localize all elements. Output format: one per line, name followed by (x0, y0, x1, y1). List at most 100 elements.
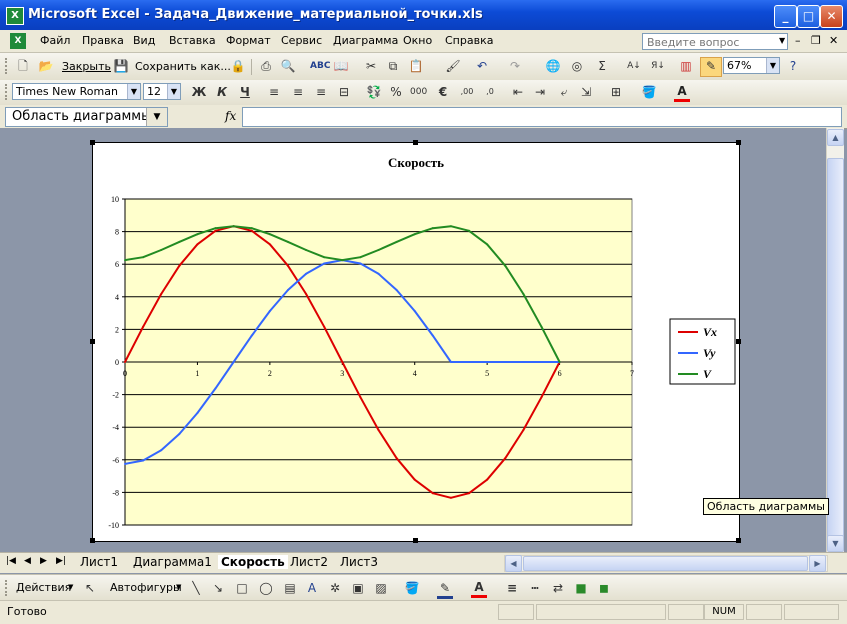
menu-window[interactable]: Окно (403, 34, 432, 47)
tab-sheet1[interactable]: Лист1 (80, 555, 118, 569)
menu-insert[interactable]: Вставка (169, 34, 216, 47)
resize-handle[interactable] (413, 140, 418, 145)
fx-icon[interactable]: fx (225, 109, 236, 123)
excel-icon[interactable]: X (6, 7, 24, 25)
currency-icon[interactable]: 💱 (366, 84, 382, 100)
hscroll-thumb[interactable] (523, 556, 808, 571)
workbook-icon[interactable]: ◎ (569, 58, 585, 74)
scroll-left-icon[interactable]: ◀ (505, 555, 522, 572)
save-as-button[interactable]: Сохранить как... (135, 60, 231, 73)
chart-wizard-icon[interactable]: ▥ (678, 58, 694, 74)
decrease-indent-icon[interactable]: ⇤ (510, 84, 526, 100)
decrease-decimal-icon[interactable]: ,0 (482, 84, 498, 100)
vertical-scrollbar[interactable]: ▲ ▼ (826, 128, 844, 552)
formula-input[interactable] (242, 107, 842, 127)
help-icon[interactable]: ? (785, 58, 801, 74)
fill-color-icon[interactable]: 🪣 (641, 84, 657, 100)
resize-handle[interactable] (736, 538, 741, 543)
chart-area[interactable]: Скорость 10 8 6 4 2 0 -2 -4 -6 -8 -10 0 1 2 3 4 5 6 7 Vx Vy V (92, 142, 740, 542)
paste-icon[interactable]: 📋 (408, 58, 424, 74)
undo-icon[interactable]: ↶ (474, 58, 490, 74)
print-icon[interactable]: ⎙ (258, 58, 274, 74)
shadow-style-icon[interactable]: ■ (573, 580, 589, 596)
drawing-icon[interactable]: ✎ (700, 57, 722, 77)
resize-handle[interactable] (90, 140, 95, 145)
document-icon[interactable]: X (10, 33, 26, 49)
menu-help[interactable]: Справка (445, 34, 493, 47)
select-pointer-icon[interactable]: ↖ (82, 580, 98, 596)
percent-icon[interactable]: % (388, 84, 404, 100)
increase-indent-icon[interactable]: ⇥ (532, 84, 548, 100)
menu-tools[interactable]: Сервис (281, 34, 322, 47)
dash-style-icon[interactable]: ┅ (527, 580, 543, 596)
scroll-down-icon[interactable]: ▼ (827, 535, 844, 552)
help-dropdown-icon[interactable]: ▼ (779, 36, 785, 45)
actions-menu[interactable]: Действия (16, 581, 71, 594)
research-icon[interactable]: 📖 (333, 58, 349, 74)
arrow-style-icon[interactable]: ⇄ (550, 580, 566, 596)
menu-chart[interactable]: Диаграмма (333, 34, 398, 47)
doc-restore-button[interactable]: ❐ (811, 34, 821, 47)
wordart-icon[interactable]: A (304, 580, 320, 596)
minimize-button[interactable]: _ (774, 5, 797, 28)
cut-icon[interactable]: ✂ (363, 58, 379, 74)
textbox-icon[interactable]: ▤ (282, 580, 298, 596)
print-preview-icon[interactable]: 🔍 (280, 58, 296, 74)
resize-handle[interactable] (736, 339, 741, 344)
wrap-icon[interactable]: ⤶ (556, 84, 572, 100)
sort-descending-icon[interactable]: Я↓ (650, 58, 666, 74)
last-sheet-icon[interactable]: ▶| (56, 556, 66, 566)
fill-color-icon[interactable]: 🪣 (404, 580, 420, 596)
borders-icon[interactable]: ⊞ (608, 84, 624, 100)
prev-sheet-icon[interactable]: ◀ (24, 556, 31, 566)
horizontal-scrollbar[interactable]: ◀ ▶ (504, 555, 828, 572)
chevron-down-icon[interactable]: ▼ (146, 108, 167, 126)
resize-handle[interactable] (736, 140, 741, 145)
tab-sheet2[interactable]: Лист2 (290, 555, 328, 569)
resize-handle[interactable] (90, 339, 95, 344)
3d-style-icon[interactable]: ◼ (596, 580, 612, 596)
zoom-select[interactable]: 67% ▼ (723, 57, 780, 74)
close-doc-button[interactable]: Закрыть (62, 60, 111, 73)
font-color-icon[interactable]: A (674, 83, 690, 102)
size-select[interactable]: 12 ▼ (143, 83, 181, 100)
picture-icon[interactable]: ▨ (373, 580, 389, 596)
chart-svg[interactable]: Скорость 10 8 6 4 2 0 -2 -4 -6 -8 -10 0 1 2 3 4 5 6 7 Vx Vy V (93, 143, 739, 541)
toolbar-grip[interactable] (5, 58, 10, 74)
tab-speed[interactable]: Скорость (218, 555, 288, 569)
arrow-icon[interactable]: ↘ (210, 580, 226, 596)
scroll-right-icon[interactable]: ▶ (809, 555, 826, 572)
close-button[interactable]: ✕ (820, 5, 843, 28)
open-icon[interactable]: 📂 (38, 58, 54, 74)
toolbar-grip[interactable] (5, 580, 10, 596)
line-icon[interactable]: ╲ (188, 580, 204, 596)
resize-handle[interactable] (90, 538, 95, 543)
align-right-icon[interactable]: ≡ (313, 84, 329, 100)
tab-chart1[interactable]: Диаграмма1 (133, 555, 212, 569)
align-left-icon[interactable]: ≡ (266, 84, 282, 100)
rectangle-icon[interactable]: □ (234, 580, 250, 596)
underline-button[interactable]: Ч (237, 84, 253, 100)
doc-minimize-button[interactable]: – (795, 34, 801, 47)
tab-sheet3[interactable]: Лист3 (340, 555, 378, 569)
format-painter-icon[interactable]: 🖌 (445, 58, 461, 74)
clipart-icon[interactable]: ▣ (350, 580, 366, 596)
font-color-icon[interactable]: A (471, 579, 487, 598)
permission-icon[interactable]: 🔒 (230, 58, 246, 74)
line-style-icon[interactable]: ≡ (504, 580, 520, 596)
doc-close-button[interactable]: ✕ (829, 34, 838, 47)
line-color-icon[interactable]: ✎ (437, 580, 453, 599)
name-box[interactable]: Область диаграммы ▼ (5, 107, 168, 127)
hyperlink-icon[interactable]: 🌐 (545, 58, 561, 74)
resize-handle[interactable] (413, 538, 418, 543)
font-select[interactable]: Times New Roman ▼ (12, 83, 141, 100)
redo-icon[interactable]: ↷ (507, 58, 523, 74)
new-icon[interactable]: 🗋 (15, 58, 31, 74)
shrink-icon[interactable]: ⇲ (578, 84, 594, 100)
menu-edit[interactable]: Правка (82, 34, 124, 47)
euro-icon[interactable]: € (435, 84, 451, 100)
diagram-icon[interactable]: ✲ (327, 580, 343, 596)
menu-format[interactable]: Формат (226, 34, 271, 47)
save-icon[interactable]: 💾 (113, 58, 129, 74)
scroll-thumb[interactable] (827, 158, 844, 538)
